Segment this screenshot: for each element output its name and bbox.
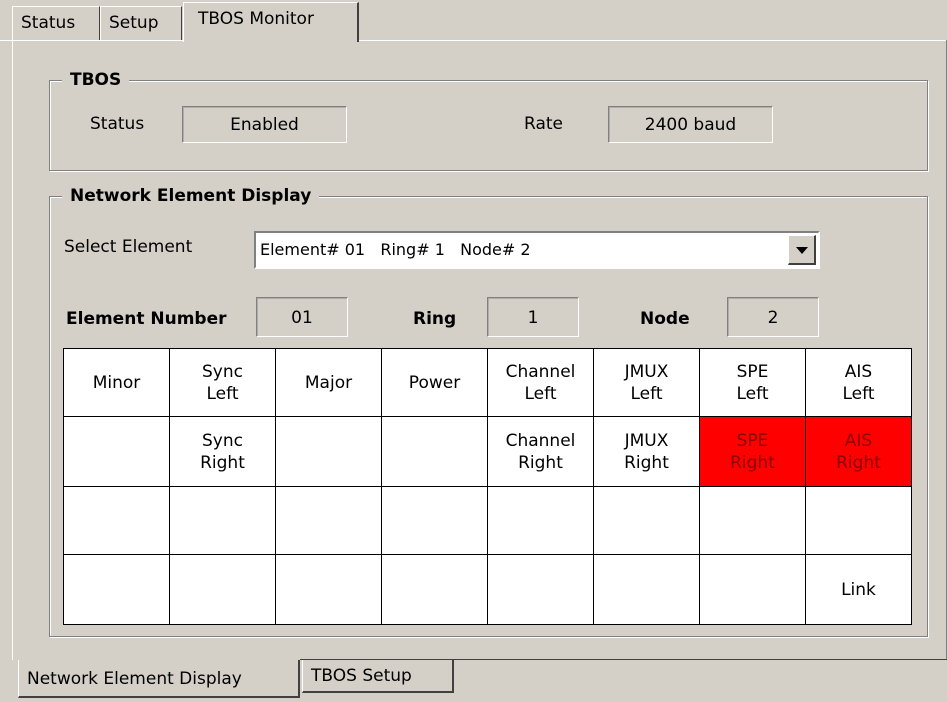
tab-tbos-monitor[interactable]: TBOS Monitor bbox=[183, 2, 359, 42]
alarm-cell bbox=[276, 417, 382, 487]
alarm-cell bbox=[700, 487, 806, 555]
alarm-cell: Sync Left bbox=[170, 349, 276, 417]
alarm-cell bbox=[488, 555, 594, 624]
tab-network-element-display[interactable]: Network Element Display bbox=[18, 660, 300, 698]
dropdown-button[interactable] bbox=[788, 235, 816, 265]
alarm-cell: Minor bbox=[64, 349, 170, 417]
tbos-group-title: TBOS bbox=[62, 70, 130, 90]
alarm-cell: AIS Left bbox=[806, 349, 911, 417]
alarm-cell bbox=[170, 555, 276, 624]
alarm-cell: Link bbox=[841, 579, 876, 600]
network-element-display-title: Network Element Display bbox=[62, 186, 320, 206]
ring-label: Ring bbox=[413, 309, 457, 329]
tbos-rate-label: Rate bbox=[524, 114, 563, 134]
select-element-value: Element# 01 Ring# 1 Node# 2 bbox=[260, 240, 531, 259]
alarm-cell: Sync Right bbox=[170, 417, 276, 487]
alarm-cell bbox=[594, 555, 700, 624]
alarm-cell: SPE Left bbox=[700, 349, 806, 417]
alarm-cell bbox=[64, 417, 170, 487]
alarm-cell: Channel Left bbox=[488, 349, 594, 417]
node-field: 2 bbox=[727, 297, 819, 337]
alarm-cell bbox=[488, 487, 594, 555]
alarm-cell bbox=[64, 555, 170, 624]
tbos-status-field: Enabled bbox=[182, 106, 347, 143]
element-number-label: Element Number bbox=[66, 309, 227, 329]
alarm-cell: Major bbox=[276, 349, 382, 417]
element-number-field: 01 bbox=[256, 297, 348, 337]
alarm-cell bbox=[382, 417, 488, 487]
select-element-label: Select Element bbox=[64, 237, 193, 257]
tbos-rate-field: 2400 baud bbox=[608, 106, 773, 143]
alarm-grid: Minor Sync Left Major Power Channel Left JMUX… bbox=[63, 348, 912, 625]
tbos-status-label: Status bbox=[90, 114, 145, 134]
alarm-cell: Power bbox=[382, 349, 488, 417]
tab-tbos-setup[interactable]: TBOS Setup bbox=[302, 660, 454, 693]
alarm-cell bbox=[276, 487, 382, 555]
alarm-cell bbox=[170, 487, 276, 555]
alarm-cell bbox=[64, 487, 170, 555]
alarm-cell bbox=[382, 555, 488, 624]
alarm-cell: AIS Right bbox=[806, 417, 911, 487]
chevron-down-icon bbox=[796, 247, 808, 254]
tab-status[interactable]: Status bbox=[12, 6, 100, 40]
tab-setup[interactable]: Setup bbox=[100, 6, 182, 40]
alarm-cell: SPE Right bbox=[700, 417, 806, 487]
alarm-cell bbox=[700, 555, 806, 624]
node-label: Node bbox=[640, 309, 690, 329]
alarm-cell: JMUX Left bbox=[594, 349, 700, 417]
tbos-group bbox=[49, 80, 928, 171]
alarm-cell bbox=[382, 487, 488, 555]
alarm-cell: Channel Right bbox=[488, 417, 594, 487]
select-element-dropdown[interactable]: Element# 01 Ring# 1 Node# 2 bbox=[254, 231, 820, 269]
alarm-cell bbox=[594, 487, 700, 555]
alarm-cell bbox=[806, 487, 911, 555]
ring-field: 1 bbox=[487, 297, 579, 337]
alarm-cell bbox=[276, 555, 382, 624]
alarm-cell: JMUX Right bbox=[594, 417, 700, 487]
